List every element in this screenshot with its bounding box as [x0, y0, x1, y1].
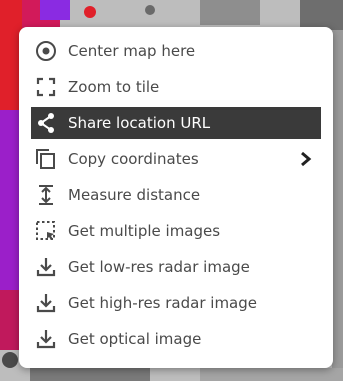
menu-item-label: Measure distance — [68, 186, 201, 204]
menu-item-label: Center map here — [68, 42, 196, 60]
menu-item-center-map[interactable]: Center map here — [31, 35, 321, 67]
download-icon — [33, 254, 59, 280]
menu-item-label: Copy coordinates — [68, 150, 199, 168]
download-icon — [33, 290, 59, 316]
menu-item-zoom-to-tile[interactable]: Zoom to tile — [31, 71, 321, 103]
crosshair-icon — [33, 38, 59, 64]
chevron-right-icon — [299, 149, 313, 169]
zoom-frame-icon — [33, 74, 59, 100]
menu-item-label: Get optical image — [68, 330, 202, 348]
menu-item-label: Get multiple images — [68, 222, 221, 240]
menu-item-copy-coordinates[interactable]: Copy coordinates — [31, 143, 321, 175]
measure-icon — [33, 182, 59, 208]
select-area-icon — [33, 218, 59, 244]
share-icon — [33, 110, 59, 136]
copy-icon — [33, 146, 59, 172]
menu-item-optical-image[interactable]: Get optical image — [31, 323, 321, 355]
menu-item-label: Share location URL — [68, 114, 211, 132]
context-menu: Center map here Zoom to tile Share locat… — [19, 27, 333, 368]
menu-item-high-res-radar[interactable]: Get high-res radar image — [31, 287, 321, 319]
menu-item-label: Zoom to tile — [68, 78, 160, 96]
menu-item-share-location[interactable]: Share location URL — [31, 107, 321, 139]
menu-item-get-multiple-images[interactable]: Get multiple images — [31, 215, 321, 247]
menu-item-label: Get high-res radar image — [68, 294, 257, 312]
menu-item-low-res-radar[interactable]: Get low-res radar image — [31, 251, 321, 283]
menu-item-label: Get low-res radar image — [68, 258, 250, 276]
download-icon — [33, 326, 59, 352]
menu-item-measure-distance[interactable]: Measure distance — [31, 179, 321, 211]
